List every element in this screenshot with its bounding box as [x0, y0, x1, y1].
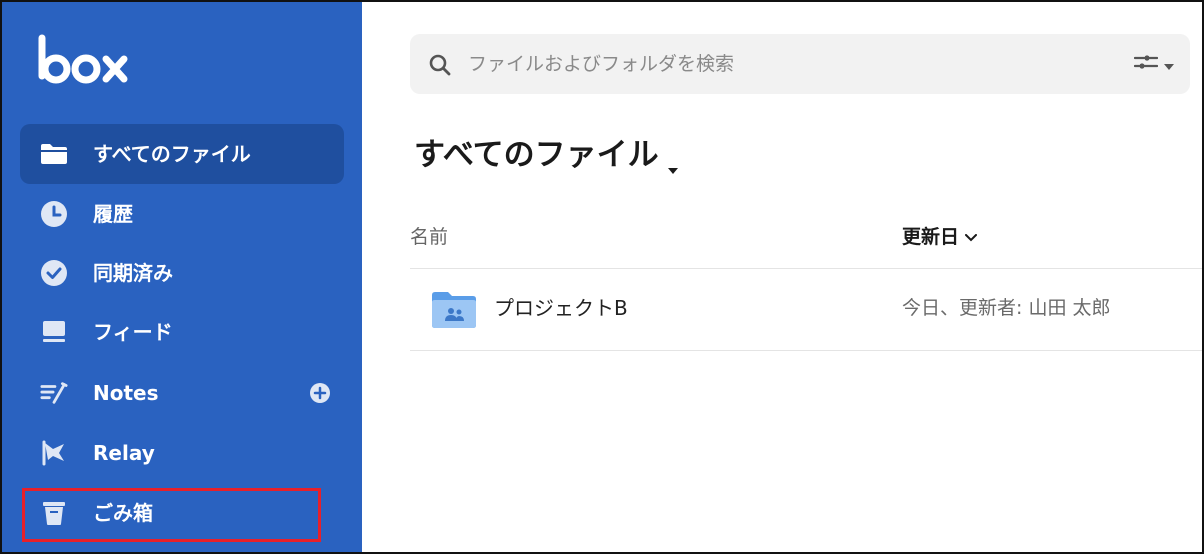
row-file-name[interactable]: プロジェクトB: [494, 270, 628, 350]
table-divider: [410, 350, 1202, 351]
search-bar: [410, 34, 1190, 94]
clock-icon: [40, 200, 68, 228]
sidebar-item-feed[interactable]: フィード: [20, 302, 344, 362]
row-modified: 今日、更新者: 山田 太郎: [902, 297, 1111, 319]
sidebar-item-label: Relay: [93, 441, 155, 465]
sidebar-item-label: すべてのファイル: [93, 142, 251, 166]
sidebar-item-label: フィード: [93, 320, 173, 344]
check-circle-icon: [40, 259, 68, 287]
sidebar-item-notes[interactable]: Notes: [20, 363, 344, 423]
sidebar-item-synced[interactable]: 同期済み: [20, 243, 344, 303]
search-input[interactable]: [468, 34, 1068, 94]
column-header-modified[interactable]: 更新日: [902, 222, 978, 249]
sidebar-item-label: 同期済み: [93, 261, 173, 285]
caret-down-icon: [667, 147, 679, 174]
sidebar: すべてのファイル 履歴 同期済み フィード Notes Relay ごみ箱: [2, 2, 362, 552]
sidebar-item-label: 履歴: [93, 202, 133, 226]
trash-highlight-box: [22, 488, 321, 542]
page-title[interactable]: すべてのファイル: [414, 128, 679, 174]
main-content: すべてのファイル 名前 更新日: [362, 2, 1202, 552]
filter-sliders-icon: [1133, 53, 1159, 75]
sidebar-item-history[interactable]: 履歴: [20, 184, 344, 244]
folder-icon: [40, 140, 68, 168]
box-logo[interactable]: [36, 32, 132, 92]
table-divider: [410, 268, 1202, 269]
search-icon[interactable]: [428, 53, 452, 77]
notes-icon: [40, 379, 68, 407]
relay-flag-icon: [40, 439, 68, 467]
shared-folder-icon: [432, 292, 476, 328]
sidebar-item-all-files[interactable]: すべてのファイル: [20, 124, 344, 184]
column-header-modified-label: 更新日: [902, 226, 960, 248]
app-window: すべてのファイル 履歴 同期済み フィード Notes Relay ごみ箱 ファ…: [0, 0, 1204, 554]
page-title-text: すべてのファイル: [414, 136, 659, 173]
add-note-icon[interactable]: [310, 383, 330, 403]
chevron-down-icon: [1164, 55, 1174, 74]
sort-chevron-down-icon: [965, 225, 978, 247]
feed-icon: [40, 318, 68, 346]
sidebar-item-label: Notes: [93, 381, 159, 405]
sidebar-item-relay[interactable]: Relay: [20, 423, 344, 483]
search-filter-button[interactable]: [1126, 52, 1174, 76]
table-row[interactable]: プロジェクトB 今日、更新者: 山田 太郎: [410, 270, 1202, 350]
column-header-name[interactable]: 名前: [410, 222, 448, 249]
